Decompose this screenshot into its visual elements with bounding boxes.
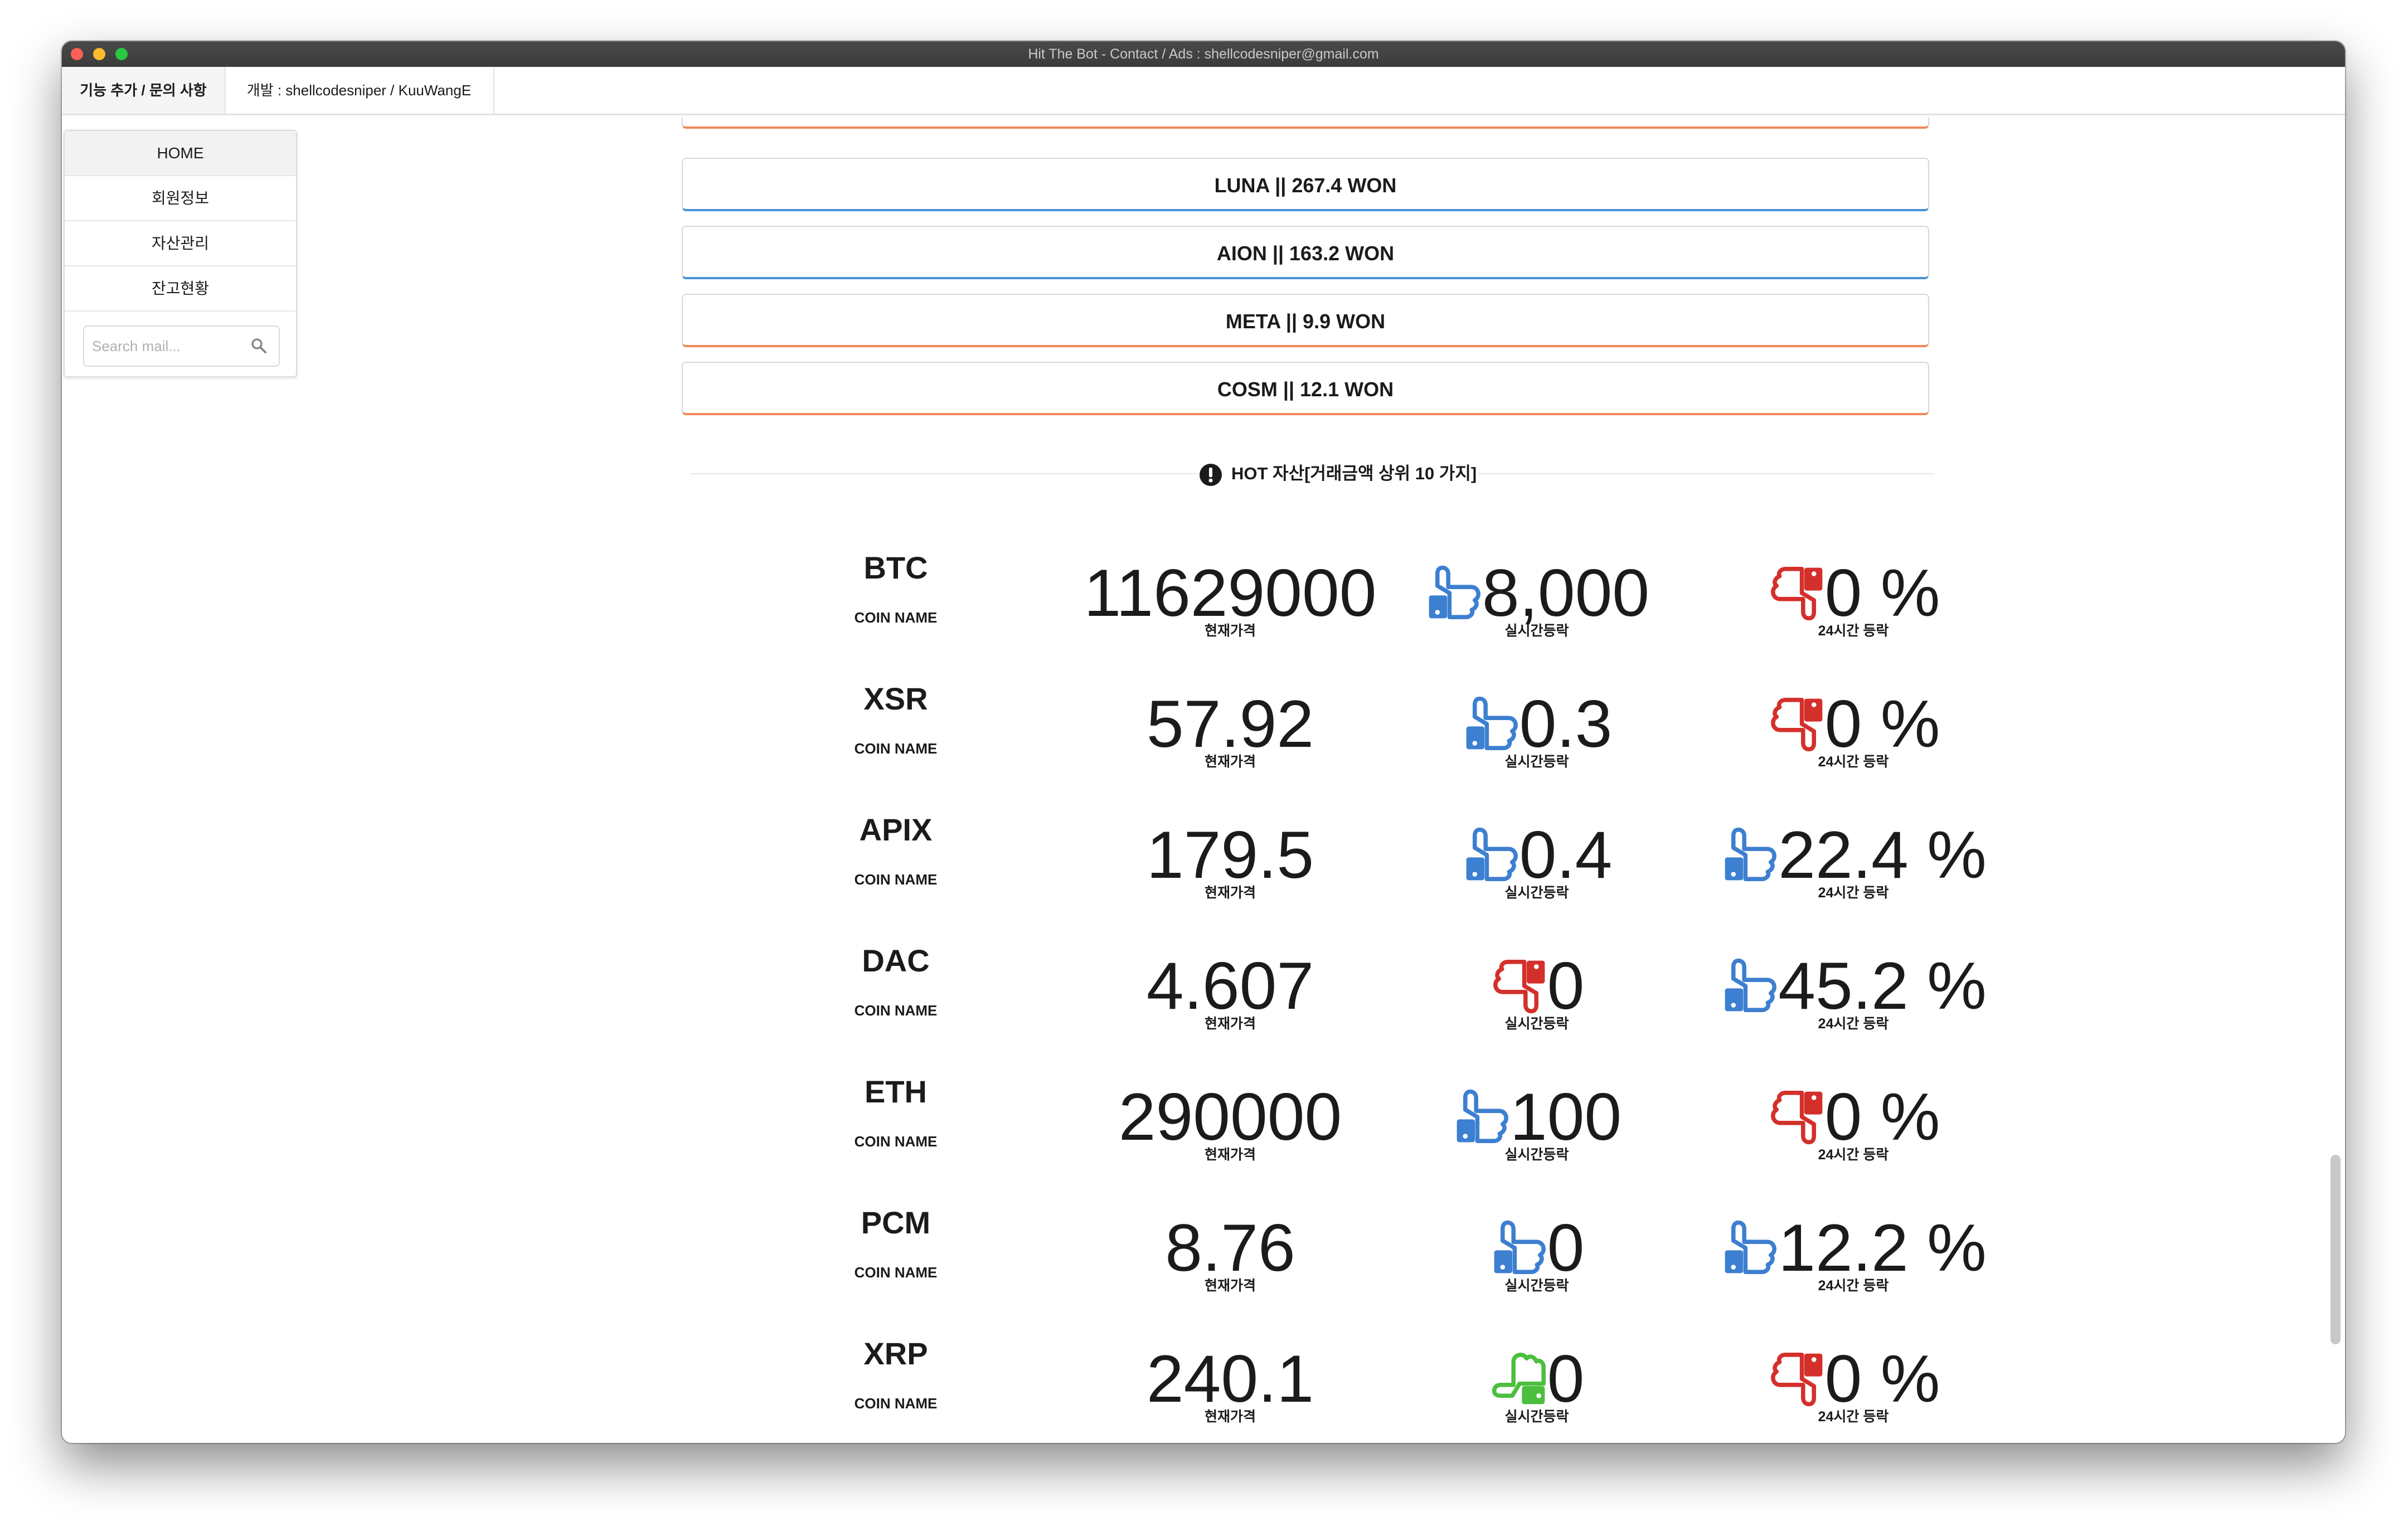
thumb-up-blue-icon — [1466, 696, 1518, 750]
change-24h-value: 0 % — [1824, 687, 1940, 761]
thumb-up-blue-icon — [1725, 827, 1777, 881]
realtime-change-value: 8,000 — [1482, 556, 1650, 630]
change-24h-value: 0 % — [1824, 1080, 1940, 1154]
sidebar-item-balance[interactable]: 잔고현황 — [65, 266, 296, 312]
change-24h: 0 % — [1658, 1083, 2048, 1150]
thumb-down-red-icon — [1770, 1091, 1822, 1145]
table-row: ETH COIN NAME 290000 현재가격 100 실시간등락 0 % 24시간 등락 — [62, 1067, 2345, 1195]
table-row: APIX COIN NAME 179.5 현재가격 0.4 실시간등락 22.4 % 24시간… — [62, 805, 2345, 933]
realtime-change-value: 0.4 — [1519, 818, 1613, 892]
search-input[interactable] — [91, 329, 244, 363]
thumb-down-red-icon — [1770, 567, 1822, 621]
change-24h-label: 24시간 등락 — [1818, 1278, 1889, 1294]
search-icon[interactable] — [251, 338, 266, 353]
window-title: Hit The Bot - Contact / Ads : shellcodes… — [1028, 46, 1379, 62]
title-bar: Hit The Bot - Contact / Ads : shellcodes… — [62, 41, 2345, 68]
tab-developer[interactable]: 개발 : shellcodesniper / KuuWangE — [225, 67, 494, 114]
change-24h-label: 24시간 등락 — [1818, 754, 1889, 770]
sidebar-item-member-info[interactable]: 회원정보 — [65, 176, 296, 221]
sidebar-item-asset-management[interactable]: 자산관리 — [65, 221, 296, 266]
search-box — [83, 325, 280, 367]
realtime-change-value: 0 — [1547, 949, 1585, 1023]
change-24h: 0 % — [1658, 1345, 2048, 1412]
thumb-up-blue-icon — [1466, 827, 1518, 881]
thumb-down-red-icon — [1493, 960, 1545, 1014]
table-row: PCM COIN NAME 8.76 현재가격 0 실시간등락 12.2 % 24시간 등락 — [62, 1198, 2345, 1326]
realtime-change-value: 0 — [1547, 1211, 1585, 1285]
thumb-up-blue-icon — [1494, 1220, 1546, 1274]
change-24h: 0 % — [1658, 691, 2048, 757]
section-divider-left — [691, 473, 1198, 474]
change-24h-value: 45.2 % — [1778, 949, 1987, 1023]
thumb-up-blue-icon — [1725, 958, 1777, 1012]
thumb-down-red-icon — [1770, 698, 1822, 752]
table-row: XRP COIN NAME 240.1 현재가격 0 실시간등락 0 % 24시간 등락 — [62, 1329, 2345, 1443]
coin-button-aion[interactable]: AION || 163.2 WON — [682, 226, 1929, 279]
section-divider-right — [1478, 473, 1935, 474]
change-24h-value: 12.2 % — [1778, 1211, 1987, 1285]
thumb-up-blue-icon — [1457, 1089, 1508, 1143]
change-24h-label: 24시간 등락 — [1818, 885, 1889, 901]
thumb-up-blue-icon — [1725, 1220, 1777, 1274]
change-24h-label: 24시간 등락 — [1818, 1147, 1889, 1163]
table-row: DAC COIN NAME 4.607 현재가격 0 실시간등락 45.2 % 24시간 등락 — [62, 936, 2345, 1064]
coin-button-partial[interactable] — [682, 118, 1929, 129]
coin-button-luna[interactable]: LUNA || 267.4 WON — [682, 158, 1929, 211]
sidebar-item-home[interactable]: HOME — [65, 131, 296, 176]
realtime-change-value: 100 — [1509, 1080, 1622, 1154]
thumb-side-green-icon — [1492, 1353, 1546, 1404]
coin-button-meta[interactable]: META || 9.9 WON — [682, 294, 1929, 347]
change-24h-value: 22.4 % — [1778, 818, 1987, 892]
exclamation-circle-icon — [1200, 464, 1222, 486]
sidebar: HOME 회원정보 자산관리 잔고현황 — [64, 130, 297, 377]
change-24h-value: 0 % — [1824, 556, 1940, 630]
change-24h-label: 24시간 등락 — [1818, 1409, 1889, 1425]
scrollbar[interactable] — [2331, 1155, 2341, 1344]
tab-bar: 기능 추가 / 문의 사항 개발 : shellcodesniper / Kuu… — [62, 67, 2345, 115]
change-24h: 45.2 % — [1658, 952, 2048, 1019]
realtime-change-value: 0.3 — [1519, 687, 1613, 761]
table-row: BTC COIN NAME 11629000 현재가격 8,000 실시간등락 0 % 24시… — [62, 543, 2345, 671]
coin-button-cosm[interactable]: COSM || 12.1 WON — [682, 362, 1929, 415]
change-24h-label: 24시간 등락 — [1818, 1016, 1889, 1032]
thumb-down-red-icon — [1770, 1353, 1822, 1407]
change-24h-value: 0 % — [1824, 1342, 1940, 1416]
hot-section-title-text: HOT 자산[거래금액 상위 10 가지] — [1231, 464, 1477, 483]
change-24h: 0 % — [1658, 560, 2048, 626]
change-24h: 12.2 % — [1658, 1214, 2048, 1281]
change-24h: 22.4 % — [1658, 822, 2048, 888]
thumb-up-blue-icon — [1429, 565, 1480, 619]
browser-window: Hit The Bot - Contact / Ads : shellcodes… — [62, 41, 2345, 1443]
change-24h-label: 24시간 등락 — [1818, 623, 1889, 639]
tab-feature-request[interactable]: 기능 추가 / 문의 사항 — [62, 67, 226, 114]
realtime-change-value: 0 — [1547, 1342, 1585, 1416]
table-row: XSR COIN NAME 57.92 현재가격 0.3 실시간등락 0 % 24시간 등락 — [62, 674, 2345, 802]
